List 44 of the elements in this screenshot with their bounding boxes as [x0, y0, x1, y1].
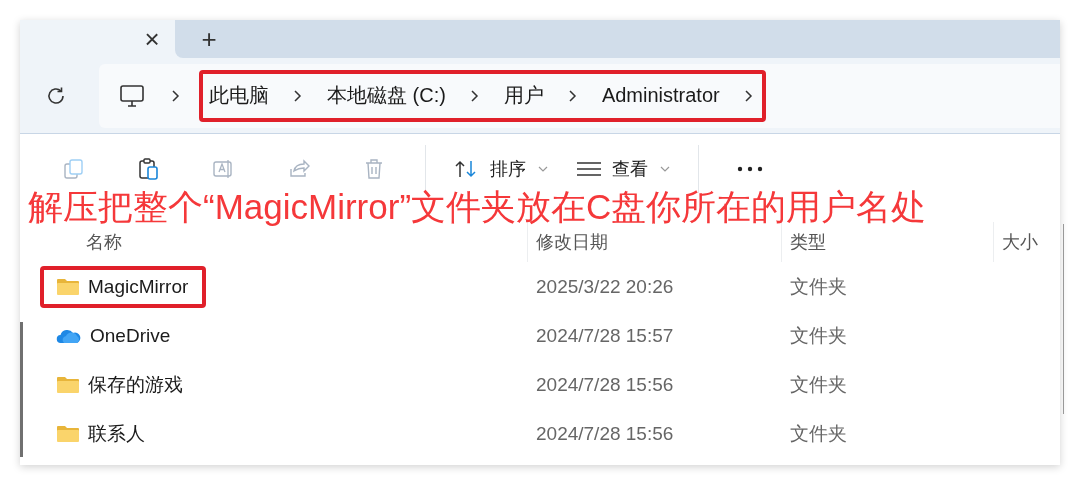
active-tab[interactable]: × — [20, 20, 175, 58]
file-name[interactable]: MagicMirror — [88, 275, 189, 298]
file-type: 文件夹 — [790, 275, 847, 297]
lines-icon — [576, 160, 602, 178]
close-tab-button[interactable]: × — [134, 24, 170, 54]
file-name[interactable]: 保存的游戏 — [88, 371, 183, 398]
modified-date: 2024/7/28 15:57 — [536, 324, 674, 346]
sort-button[interactable]: 排序 — [440, 149, 562, 189]
address-bar[interactable]: 此电脑 本地磁盘 (C:) 用户 Administrator — [99, 63, 1060, 128]
annotation-text: 解压把整个“MagicMirror”文件夹放在C盘你所在的用户名处 — [28, 186, 927, 228]
caret-icon — [538, 166, 548, 172]
file-type: 文件夹 — [790, 324, 847, 346]
more-icon[interactable] — [737, 166, 763, 172]
chevron-icon[interactable] — [743, 88, 754, 103]
file-name[interactable]: 联系人 — [88, 420, 145, 447]
cloud-icon — [56, 327, 82, 344]
folder-icon — [56, 277, 80, 296]
folder-icon — [56, 424, 80, 443]
computer-icon[interactable] — [119, 82, 145, 109]
column-header[interactable]: 类型 — [790, 230, 826, 254]
modified-date: 2024/7/28 15:56 — [536, 422, 674, 444]
scrollbar[interactable] — [20, 322, 23, 457]
view-button[interactable]: 查看 — [562, 149, 684, 189]
modified-date: 2025/3/22 20:26 — [536, 275, 674, 297]
folder-icon — [56, 375, 80, 394]
chevron-icon[interactable] — [171, 88, 181, 103]
copy-icon — [61, 157, 86, 181]
column-header[interactable]: 大小 — [1002, 230, 1038, 254]
new-tab-button[interactable]: + — [189, 24, 229, 54]
breadcrumb-item[interactable]: 本地磁盘 (C:) — [303, 82, 470, 109]
column-header[interactable]: 名称 — [48, 230, 122, 254]
paste-icon — [136, 157, 161, 181]
chevron-icon[interactable] — [469, 88, 480, 103]
breadcrumb-item[interactable]: 用户 — [479, 82, 568, 109]
breadcrumb-item[interactable]: 此电脑 — [209, 82, 293, 109]
file-type: 文件夹 — [790, 373, 847, 395]
file-type: 文件夹 — [790, 422, 847, 444]
chevron-icon[interactable] — [567, 88, 578, 103]
modified-date: 2024/7/28 15:56 — [536, 373, 674, 395]
caret-icon — [660, 166, 670, 172]
file-name[interactable]: OneDrive — [90, 324, 171, 347]
column-header[interactable]: 修改日期 — [536, 230, 608, 254]
breadcrumb-item[interactable]: Administrator — [577, 84, 744, 107]
chevron-icon[interactable] — [293, 88, 303, 103]
